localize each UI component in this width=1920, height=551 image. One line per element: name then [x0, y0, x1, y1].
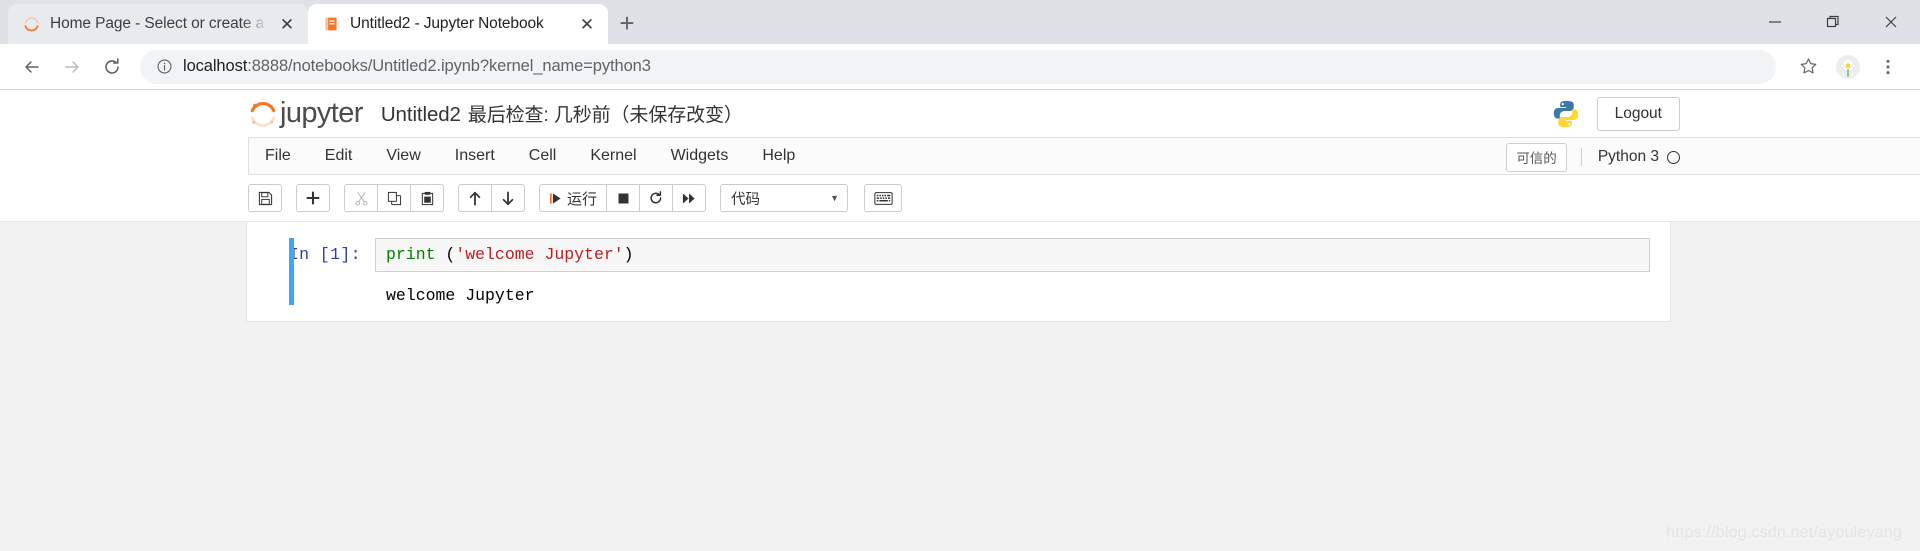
jupyter-page: jupyter Untitled2 最后检查: 几秒前（未保存改变） Logou… — [0, 90, 1920, 551]
move-cell-up-button[interactable] — [458, 184, 492, 212]
trusted-badge[interactable]: 可信的 — [1506, 142, 1567, 172]
python-logo-icon — [1551, 99, 1581, 129]
cell-input-row: In [1]: print ('welcome Jupyter') — [275, 238, 1650, 272]
cell-type-dropdown[interactable]: 代码 ▼ — [720, 184, 849, 212]
menu-item-kernel[interactable]: Kernel — [573, 137, 653, 175]
address-bar-url: localhost:8888/notebooks/Untitled2.ipynb… — [183, 57, 651, 76]
cell-selection-bar — [289, 238, 294, 305]
code-token-paren-open: ( — [445, 245, 456, 264]
menu-item-help[interactable]: Help — [745, 137, 812, 175]
kernel-indicator[interactable]: Python 3 — [1580, 148, 1680, 166]
browser-toolbar: localhost:8888/notebooks/Untitled2.ipynb… — [0, 44, 1920, 90]
run-label: 运行 — [567, 190, 598, 208]
info-circle-icon[interactable] — [156, 58, 173, 75]
toolbar-group-run: 运行 — [539, 184, 707, 212]
chevron-down-icon: ▼ — [830, 193, 840, 203]
save-button[interactable] — [248, 184, 282, 212]
cell-output-text: welcome Jupyter — [386, 286, 535, 305]
reload-icon[interactable] — [94, 49, 130, 85]
restart-and-run-all-button[interactable] — [672, 184, 707, 212]
run-cell-button[interactable]: 运行 — [539, 184, 608, 212]
insert-cell-below-button[interactable] — [296, 184, 330, 212]
window-controls — [1746, 0, 1920, 44]
logout-button[interactable]: Logout — [1596, 96, 1680, 131]
notebook-area: In [1]: print ('welcome Jupyter') welcom… — [0, 222, 1920, 551]
close-icon[interactable] — [1862, 0, 1920, 44]
new-tab-button[interactable]: + — [608, 4, 646, 42]
menu-item-view[interactable]: View — [369, 137, 437, 175]
cell-output-row: welcome Jupyter — [275, 272, 1650, 305]
close-icon[interactable]: ✕ — [278, 16, 296, 33]
notebook-title: Untitled2 最后检查: 几秒前（未保存改变） — [381, 100, 743, 127]
menu-item-widgets[interactable]: Widgets — [654, 137, 746, 175]
browser-menu-icon[interactable] — [1870, 49, 1906, 85]
code-token-string: 'welcome Jupyter' — [455, 245, 624, 264]
url-host: localhost — [183, 57, 248, 75]
back-icon[interactable] — [14, 49, 50, 85]
toolbar-group-move — [458, 184, 525, 212]
jupyter-logo-icon — [248, 99, 278, 129]
browser-toolbar-right — [1790, 49, 1906, 85]
browser-tab-title: Home Page - Select or create a — [50, 15, 265, 32]
bookmark-star-icon[interactable] — [1790, 49, 1826, 85]
browser-tab-title: Untitled2 - Jupyter Notebook — [350, 15, 544, 32]
watermark: https://blog.csdn.net/ayouleyang — [1666, 524, 1902, 541]
toolbar-group-insert — [296, 184, 330, 212]
jupyter-logo-text: jupyter — [280, 97, 363, 129]
browser-tab-untitled2[interactable]: Untitled2 - Jupyter Notebook ✕ — [308, 4, 608, 44]
url-path: :8888/notebooks/Untitled2.ipynb?kernel_n… — [247, 57, 651, 75]
code-token-function: print — [386, 245, 446, 264]
browser-tab-home-page[interactable]: Home Page - Select or create a ✕ — [8, 4, 308, 44]
menu-item-cell[interactable]: Cell — [512, 137, 574, 175]
paste-cell-button[interactable] — [410, 184, 444, 212]
notebook-checkpoint-status: 最后检查: 几秒前（未保存改变） — [467, 105, 743, 126]
browser-window: Home Page - Select or create a ✕ Untitle… — [0, 0, 1920, 551]
jupyter-icon — [22, 15, 40, 33]
jupyter-logo[interactable]: jupyter — [248, 97, 363, 130]
menubar-right: 可信的 Python 3 — [1506, 138, 1680, 176]
menu-item-insert[interactable]: Insert — [438, 137, 512, 175]
move-cell-down-button[interactable] — [491, 184, 525, 212]
copy-cell-button[interactable] — [377, 184, 411, 212]
menu-item-edit[interactable]: Edit — [308, 137, 370, 175]
command-palette-button[interactable] — [864, 184, 903, 212]
cell-type-value: 代码 — [731, 191, 761, 208]
close-icon[interactable]: ✕ — [578, 16, 596, 33]
notebook-container: In [1]: print ('welcome Jupyter') welcom… — [246, 222, 1671, 322]
code-token-paren-close: ) — [623, 245, 634, 264]
code-cell[interactable]: In [1]: print ('welcome Jupyter') welcom… — [267, 238, 1650, 305]
jupyter-toolbar: 运行 代码 ▼ — [0, 175, 1920, 222]
minimize-icon[interactable] — [1746, 0, 1804, 44]
kernel-name: Python 3 — [1597, 148, 1659, 165]
restart-kernel-button[interactable] — [639, 184, 674, 212]
menu-item-file[interactable]: File — [248, 137, 308, 175]
jupyter-menubar: File Edit View Insert Cell Kernel Widget… — [0, 137, 1920, 175]
interrupt-kernel-button[interactable] — [606, 184, 641, 212]
address-bar[interactable]: localhost:8888/notebooks/Untitled2.ipynb… — [140, 49, 1776, 84]
forward-icon[interactable] — [54, 49, 90, 85]
browser-tabstrip: Home Page - Select or create a ✕ Untitle… — [0, 0, 1920, 44]
notebook-name[interactable]: Untitled2 — [381, 103, 461, 127]
code-editor[interactable]: print ('welcome Jupyter') — [375, 238, 1650, 272]
cut-cell-button[interactable] — [344, 184, 378, 212]
code-text: print ('welcome Jupyter') — [386, 245, 1639, 265]
jupyter-header: jupyter Untitled2 最后检查: 几秒前（未保存改变） Logou… — [0, 90, 1920, 137]
restore-icon[interactable] — [1804, 0, 1862, 44]
toolbar-group-clipboard — [344, 184, 444, 212]
run-icon — [549, 192, 562, 205]
toolbar-group-save — [248, 184, 282, 212]
profile-avatar-icon[interactable] — [1830, 49, 1866, 85]
notebook-icon — [322, 15, 340, 33]
kernel-idle-icon — [1667, 150, 1680, 164]
jupyter-header-right: Logout — [1551, 90, 1680, 137]
